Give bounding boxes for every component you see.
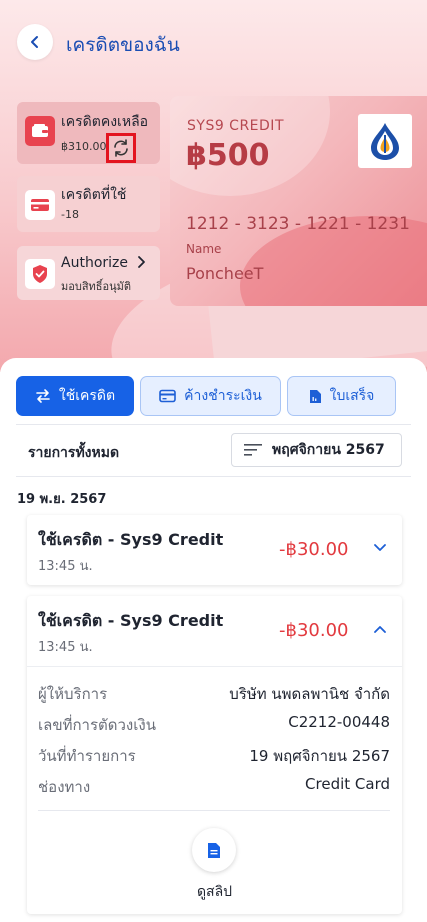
detail-value: C2212-00448 (288, 713, 390, 731)
transaction-amount: -฿30.00 (279, 539, 349, 560)
card-brand-name: SYS9 CREDIT (187, 118, 284, 134)
wallet-icon (25, 116, 55, 146)
remaining-credit-card: เครดิตคงเหลือ ฿310.00 (17, 102, 160, 164)
detail-key: เลขที่การตัดวงเงิน (38, 716, 156, 734)
chevron-up-icon[interactable] (373, 624, 387, 634)
company-logo (358, 114, 412, 168)
all-transactions-label: รายการทั้งหมด (28, 445, 120, 461)
transaction-title: ใช้เครดิต - Sys9 Credit (38, 530, 224, 549)
detail-row-provider: ผู้ให้บริการ บริษัท นพดลพานิช จำกัด (38, 682, 390, 704)
document-icon (208, 842, 220, 858)
header-hero: เครดิตของฉัน เครดิตคงเหลือ ฿310.00 เครดิ… (0, 0, 427, 372)
tab-outstanding-label: ค้างชำระเงิน (184, 388, 262, 404)
tab-receipts[interactable]: ใบเสร็จ (287, 376, 396, 416)
tab-receipts-label: ใบเสร็จ (329, 388, 375, 404)
chevron-left-icon (31, 36, 38, 48)
tab-use-credit[interactable]: ใช้เครดิต (16, 376, 134, 416)
used-credit-value: -18 (61, 208, 79, 221)
card-credit-amount: ฿500 (186, 138, 270, 173)
authorize-label: Authorize (61, 255, 128, 271)
filter-lines-icon (244, 444, 262, 456)
card-icon (159, 389, 176, 403)
swap-icon (36, 389, 50, 403)
card-holder-name: PoncheeT (186, 264, 264, 283)
receipt-icon (309, 389, 321, 403)
divider (38, 810, 390, 811)
back-button[interactable] (17, 24, 53, 60)
tab-use-credit-label: ใช้เครดิต (58, 388, 116, 404)
detail-value: 19 พฤศจิกายน 2567 (249, 747, 390, 765)
credit-card-visual: SYS9 CREDIT ฿500 1212 - 3123 - 1221 - 12… (170, 96, 427, 306)
detail-key: วันที่ทำรายการ (38, 747, 136, 765)
detail-row-channel: ช่องทาง Credit Card (38, 775, 390, 797)
transaction-time: 13:45 น. (38, 559, 93, 574)
view-slip-button[interactable] (192, 828, 236, 872)
view-slip-label[interactable]: ดูสลิป (27, 881, 402, 903)
month-filter-label: พฤศจิกายน 2567 (272, 442, 385, 458)
refresh-button[interactable] (106, 133, 136, 163)
transaction-item-expanded[interactable]: ใช้เครดิต - Sys9 Credit 13:45 น. -฿30.00… (27, 596, 402, 914)
refresh-icon (114, 139, 128, 157)
remaining-credit-label: เครดิตคงเหลือ (61, 114, 149, 130)
transaction-time: 13:45 น. (38, 640, 93, 655)
tab-outstanding[interactable]: ค้างชำระเงิน (140, 376, 281, 416)
date-group-header: 19 พ.ย. 2567 (17, 492, 107, 507)
authorize-button[interactable]: Authorize มอบสิทธิ์อนุมัติ (17, 246, 160, 300)
transactions-panel: ใช้เครดิต ค้างชำระเงิน ใบเสร็จ รายการทั้… (0, 358, 427, 922)
drop-logo-icon (371, 123, 399, 160)
credit-card-icon (25, 190, 55, 220)
divider (27, 666, 402, 667)
card-number: 1212 - 3123 - 1221 - 1231 (186, 214, 410, 234)
transaction-amount: -฿30.00 (279, 620, 349, 641)
chevron-down-icon[interactable] (373, 543, 387, 553)
divider (16, 476, 411, 477)
detail-value: บริษัท นพดลพานิช จำกัด (229, 685, 390, 703)
detail-value: Credit Card (305, 775, 390, 793)
used-credit-card: เครดิตที่ใช้ -18 (17, 176, 160, 232)
shield-check-icon (25, 259, 55, 289)
transaction-title: ใช้เครดิต - Sys9 Credit (38, 611, 224, 630)
detail-row-reference: เลขที่การตัดวงเงิน C2212-00448 (38, 713, 390, 735)
divider (16, 424, 411, 425)
detail-key: ช่องทาง (38, 778, 91, 796)
card-holder-label: Name (186, 242, 222, 256)
detail-row-date: วันที่ทำรายการ 19 พฤศจิกายน 2567 (38, 744, 390, 766)
month-filter-button[interactable]: พฤศจิกายน 2567 (231, 433, 402, 467)
remaining-credit-value: ฿310.00 (61, 140, 107, 153)
used-credit-label: เครดิตที่ใช้ (61, 187, 127, 203)
detail-key: ผู้ให้บริการ (38, 685, 108, 703)
transaction-item[interactable]: ใช้เครดิต - Sys9 Credit 13:45 น. -฿30.00 (27, 515, 402, 585)
authorize-sub-label: มอบสิทธิ์อนุมัติ (61, 280, 132, 293)
chevron-right-icon (138, 256, 145, 268)
page-title: เครดิตของฉัน (66, 34, 180, 56)
